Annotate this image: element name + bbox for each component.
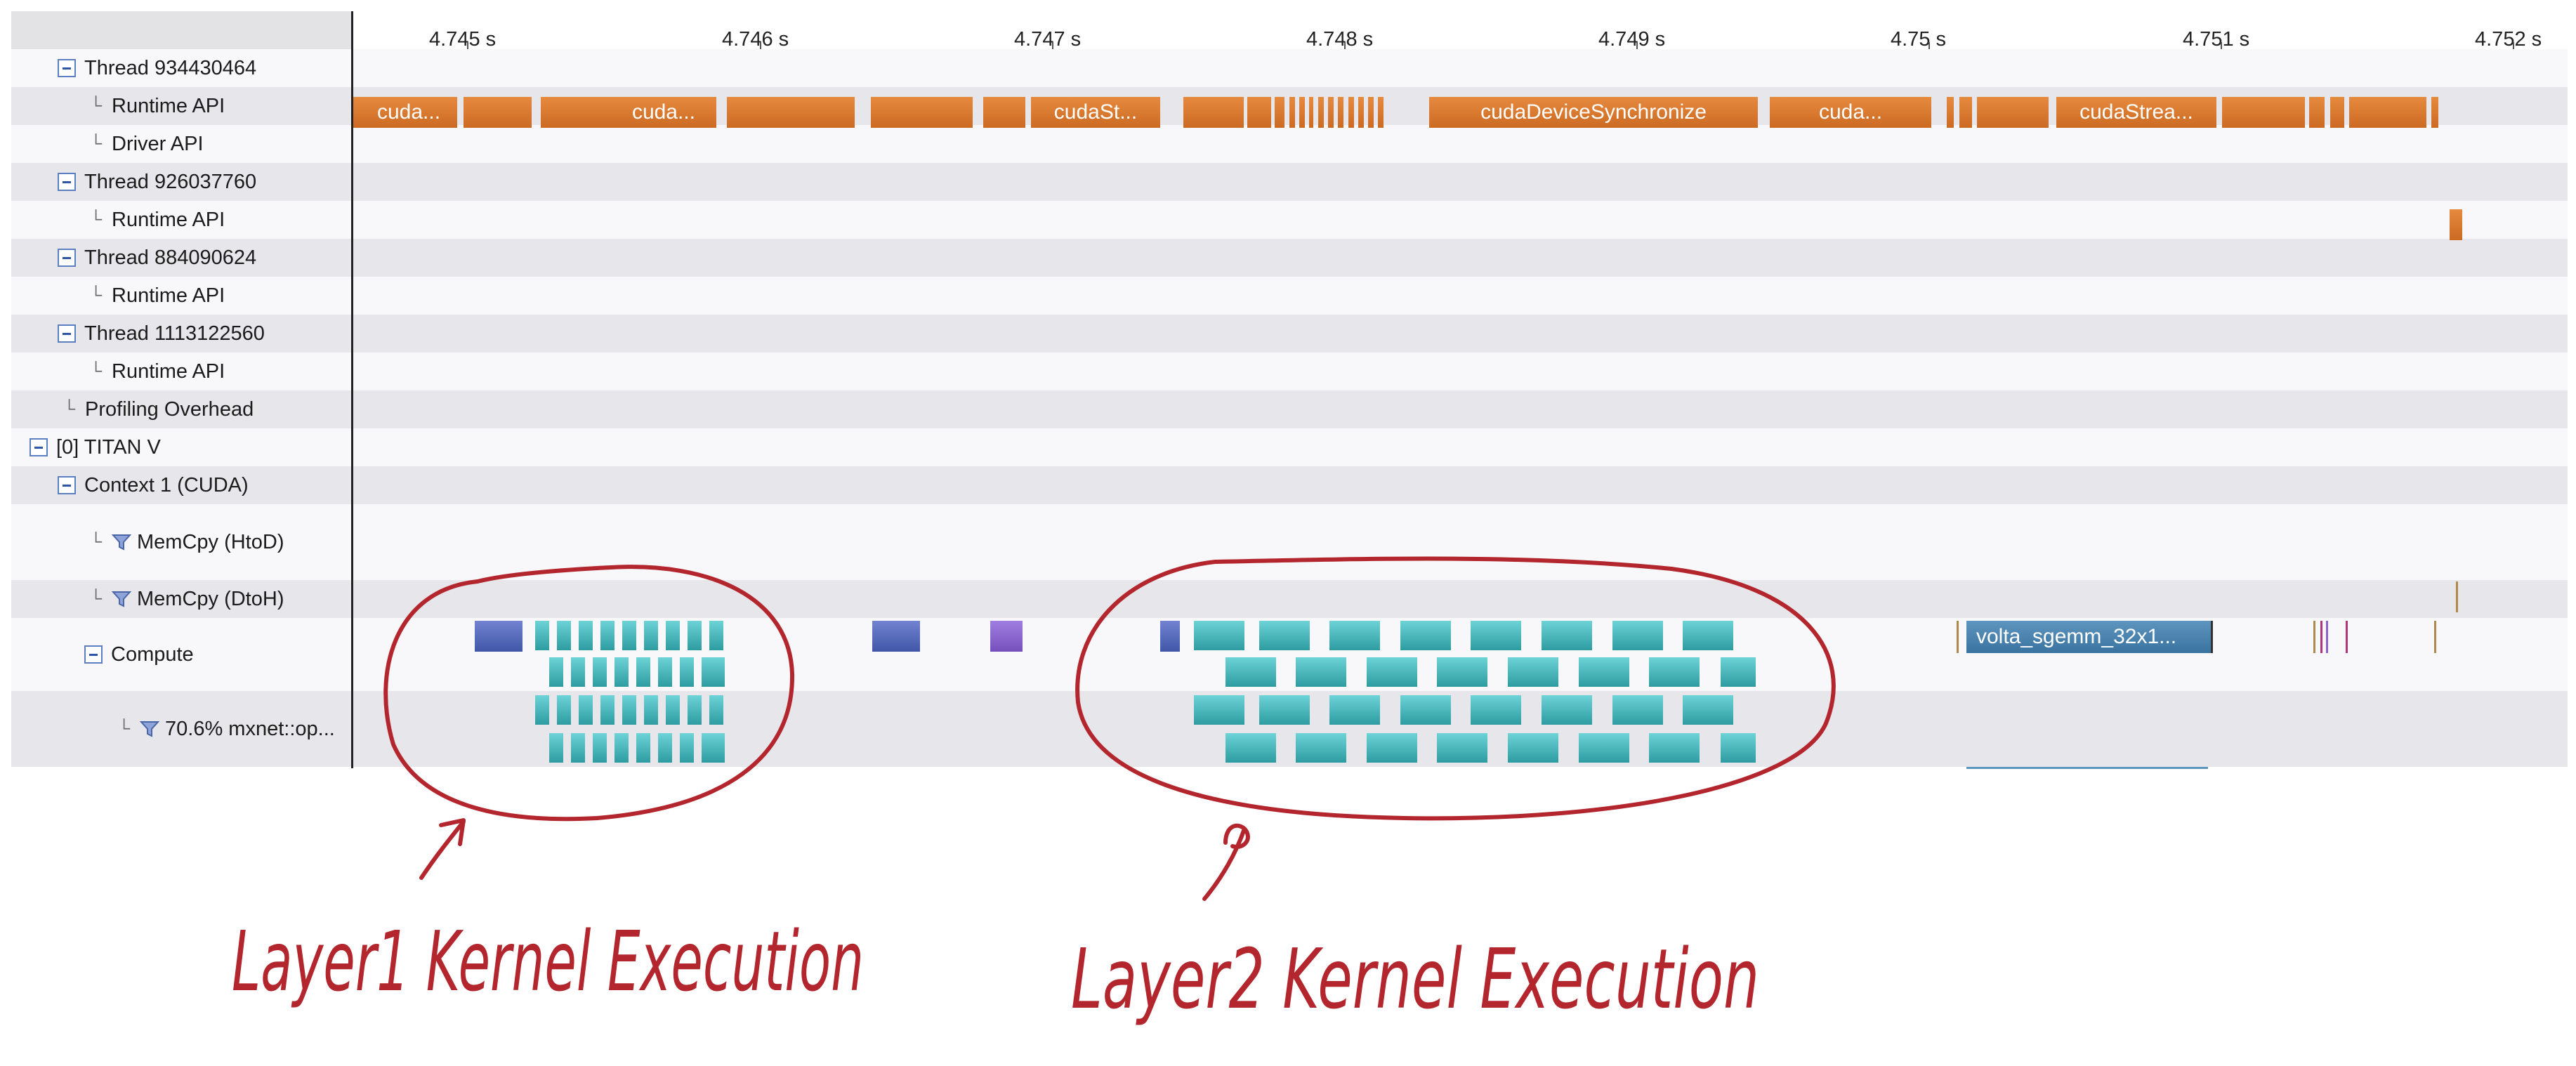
layer2-arrow xyxy=(1202,823,1250,901)
layer2-circle xyxy=(1075,556,1836,821)
handwritten-annotations: Layer1 Kernel Execution Layer2 Kernel Ex… xyxy=(232,556,1836,1027)
profiler-timeline-view: 4.745 s 4.746 s 4.747 s 4.748 s 4.749 s 4.75 … xyxy=(0,0,2576,1066)
layer1-annotation: Layer1 Kernel Execution xyxy=(232,913,864,1010)
layer2-annotation: Layer2 Kernel Execution xyxy=(1071,930,1759,1027)
layer1-circle xyxy=(383,565,795,822)
layer1-arrow xyxy=(419,818,466,880)
